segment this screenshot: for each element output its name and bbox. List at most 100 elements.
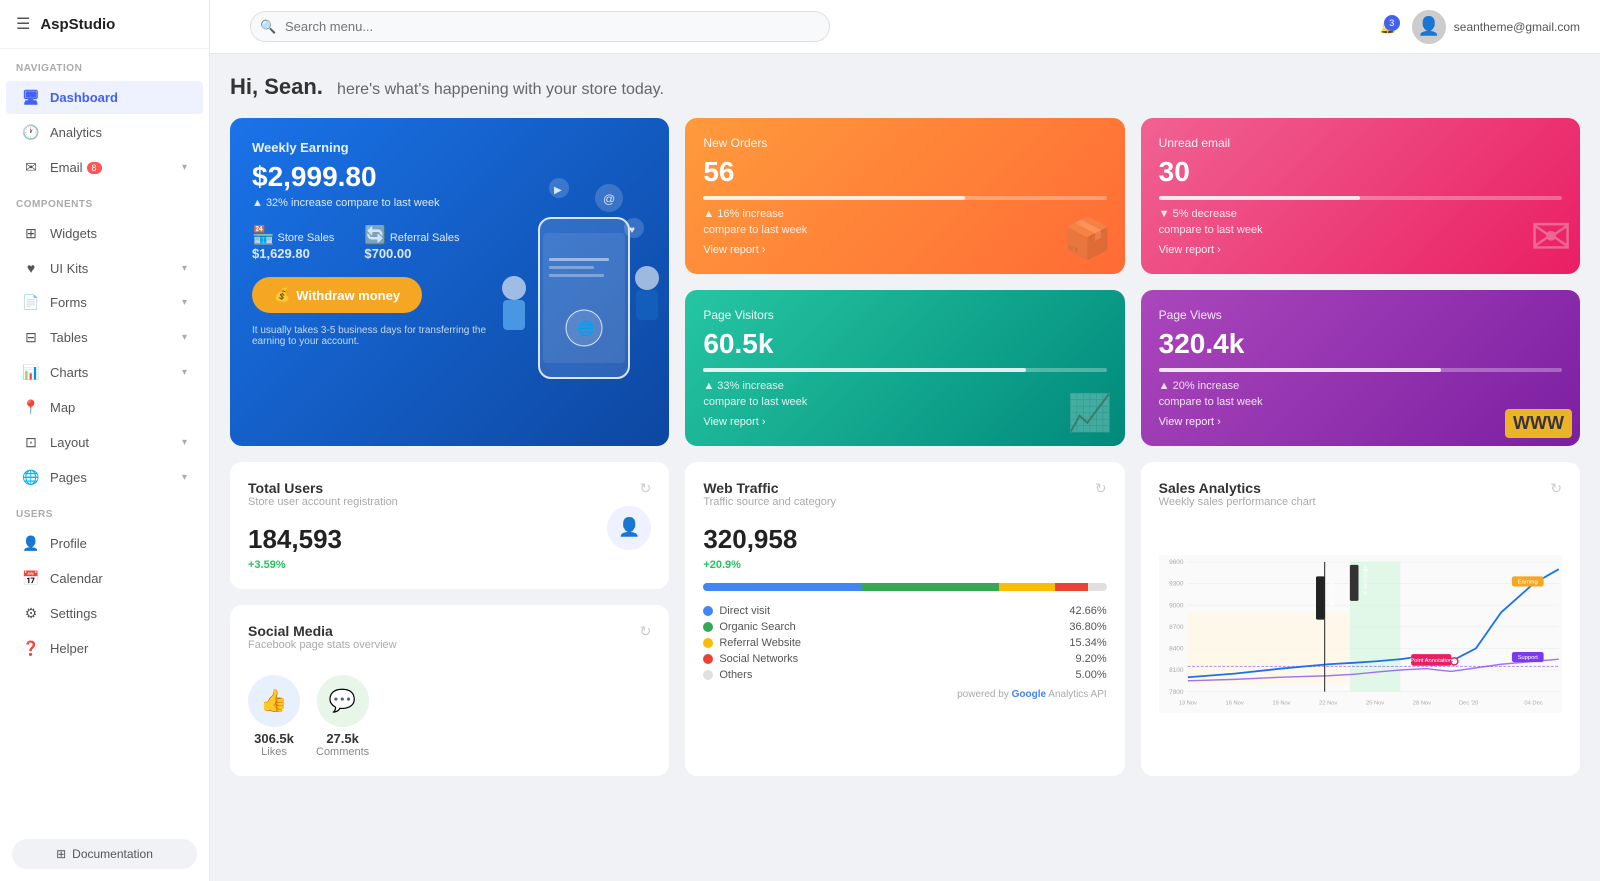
social-media-refresh-icon[interactable]: ↻	[640, 623, 652, 640]
svg-text:8700: 8700	[1169, 624, 1184, 631]
charts-icon: 📊	[22, 364, 40, 381]
sidebar-item-tables[interactable]: ⊟ Tables ▾	[6, 321, 203, 354]
sidebar-item-settings[interactable]: ⚙ Settings	[6, 597, 203, 630]
notification-button[interactable]: 🔔 3	[1380, 19, 1396, 35]
web-traffic-value: 320,958	[703, 524, 1106, 555]
sidebar-item-label: Analytics	[50, 125, 102, 140]
social-media-header: Social Media Facebook page stats overvie…	[248, 623, 651, 663]
top-cards-row: Weekly Earning $2,999.80 ▲ 32% increase …	[230, 118, 1580, 446]
social-media-title: Social Media	[248, 623, 397, 639]
social-media-subtitle: Facebook page stats overview	[248, 639, 397, 651]
total-users-header: Total Users Store user account registrat…	[248, 480, 651, 520]
messenger-icon: 💬	[317, 675, 369, 727]
sidebar-item-label: Forms	[50, 295, 87, 310]
svg-text:19 Nov: 19 Nov	[1272, 701, 1290, 707]
total-users-subtitle: Store user account registration	[248, 496, 398, 508]
unread-email-sub1: ▼ 5% decrease	[1159, 208, 1562, 220]
store-sales-label: Store Sales	[277, 232, 334, 244]
calendar-icon: 📅	[22, 570, 40, 587]
sidebar-item-ui-kits[interactable]: ♥ UI Kits ▾	[6, 252, 203, 284]
unread-email-view-report[interactable]: View report ›	[1159, 244, 1562, 256]
new-orders-value: 56	[703, 156, 1106, 188]
sidebar-item-label: Widgets	[50, 226, 97, 241]
right-stat-cards: New Orders 56 ▲ 16% increase compare to …	[685, 118, 1580, 446]
page-views-view-report[interactable]: View report ›	[1159, 416, 1562, 428]
page-views-title: Page Views	[1159, 308, 1562, 322]
search-input[interactable]	[250, 11, 830, 42]
analytics-icon: 🕐	[22, 124, 40, 141]
topbar: 🔍 🔔 3 👤 seantheme@gmail.com	[210, 0, 1600, 54]
svg-text:25 Nov: 25 Nov	[1366, 701, 1384, 707]
sidebar-item-widgets[interactable]: ⊞ Widgets	[6, 217, 203, 250]
unread-email-value: 30	[1159, 156, 1562, 188]
documentation-button[interactable]: ⊞ Documentation	[12, 839, 197, 869]
layout-icon: ⊡	[22, 434, 40, 451]
chart-container: 9600 9300 9000 8700 8400 8100 7800	[1159, 524, 1562, 747]
sales-analytics-refresh-icon[interactable]: ↻	[1550, 480, 1562, 497]
page-visitors-sub2: compare to last week	[703, 396, 1106, 408]
referral-sales-label: Referral Sales	[390, 232, 460, 244]
page-visitors-view-report[interactable]: View report ›	[703, 416, 1106, 428]
weekly-earning-card: Weekly Earning $2,999.80 ▲ 32% increase …	[230, 118, 669, 446]
topbar-right: 🔔 3 👤 seantheme@gmail.com	[1380, 10, 1580, 44]
traffic-legend-item: Others 5.00%	[703, 669, 1106, 681]
withdraw-button[interactable]: 💰 Withdraw money	[252, 277, 422, 313]
sidebar-item-pages[interactable]: 🌐 Pages ▾	[6, 461, 203, 494]
sales-analytics-subtitle: Weekly sales performance chart	[1159, 496, 1316, 508]
sidebar-item-profile[interactable]: 👤 Profile	[6, 527, 203, 560]
uikits-icon: ♥	[22, 260, 40, 276]
web-traffic-title: Web Traffic	[703, 480, 836, 496]
sidebar-item-label: Charts	[50, 365, 88, 380]
page-views-value: 320.4k	[1159, 328, 1562, 360]
sidebar-item-charts[interactable]: 📊 Charts ▾	[6, 356, 203, 389]
page-visitors-card: Page Visitors 60.5k ▲ 33% increase compa…	[685, 290, 1124, 446]
sidebar-item-dashboard[interactable]: 🖥 Dashboard	[6, 81, 203, 114]
user-email: seantheme@gmail.com	[1454, 20, 1580, 34]
total-users-refresh-icon[interactable]: ↻	[640, 480, 652, 497]
sidebar-item-analytics[interactable]: 🕐 Analytics	[6, 116, 203, 149]
sidebar-item-email[interactable]: ✉ Email 8 ▾	[6, 151, 203, 184]
new-orders-view-report[interactable]: View report ›	[703, 244, 1106, 256]
svg-text:@: @	[603, 192, 615, 206]
pages-chevron-icon: ▾	[182, 472, 187, 483]
total-users-title: Total Users	[248, 480, 398, 496]
comments-item: 💬 27.5k Comments	[316, 675, 369, 758]
sales-analytics-title: Sales Analytics	[1159, 480, 1316, 496]
unread-email-card: Unread email 30 ▼ 5% decrease compare to…	[1141, 118, 1580, 274]
doc-icon: ⊞	[56, 847, 66, 861]
dashboard-icon: 🖥	[22, 89, 40, 106]
web-traffic-refresh-icon[interactable]: ↻	[1095, 480, 1107, 497]
search-icon: 🔍	[260, 19, 276, 35]
sidebar-item-helper[interactable]: ❓ Helper	[6, 632, 203, 665]
components-section-title: Components	[0, 185, 209, 216]
svg-text:♥: ♥	[629, 225, 635, 236]
notification-badge: 3	[1384, 15, 1400, 31]
total-users-value: 184,593	[248, 524, 342, 555]
store-sales-icon: 🏪	[252, 225, 274, 245]
user-profile[interactable]: 👤 seantheme@gmail.com	[1412, 10, 1580, 44]
svg-text:9300: 9300	[1169, 581, 1184, 588]
main-content: 🔍 🔔 3 👤 seantheme@gmail.com Hi, Sean.	[210, 0, 1600, 881]
hamburger-icon[interactable]: ☰	[16, 14, 30, 34]
page-views-card: Page Views 320.4k ▲ 20% increase compare…	[1141, 290, 1580, 446]
traffic-legend-item: Referral Website 15.34%	[703, 637, 1106, 649]
facebook-like-icon: 👍	[248, 675, 300, 727]
brand-name: AspStudio	[40, 16, 115, 33]
map-icon: 📍	[22, 399, 40, 416]
sidebar-item-forms[interactable]: 📄 Forms ▾	[6, 286, 203, 319]
sidebar-item-layout[interactable]: ⊡ Layout ▾	[6, 426, 203, 459]
svg-text:Anno. Test: Anno. Test	[1329, 582, 1335, 606]
svg-text:Dec '20: Dec '20	[1459, 701, 1478, 707]
svg-text:Earning: Earning	[1518, 580, 1538, 586]
sidebar-item-label: Helper	[50, 641, 88, 656]
unread-email-title: Unread email	[1159, 136, 1562, 150]
sidebar-item-calendar[interactable]: 📅 Calendar	[6, 562, 203, 595]
social-media-card: Social Media Facebook page stats overvie…	[230, 605, 669, 776]
sidebar-item-label: Tables	[50, 330, 88, 345]
new-orders-sub1: ▲ 16% increase	[703, 208, 1106, 220]
traffic-powered: powered by Google Analytics API	[703, 689, 1106, 700]
svg-text:9600: 9600	[1169, 559, 1184, 566]
sidebar-item-map[interactable]: 📍 Map	[6, 391, 203, 424]
email-icon: ✉	[22, 159, 40, 176]
bottom-cards-row: Total Users Store user account registrat…	[230, 462, 1580, 776]
